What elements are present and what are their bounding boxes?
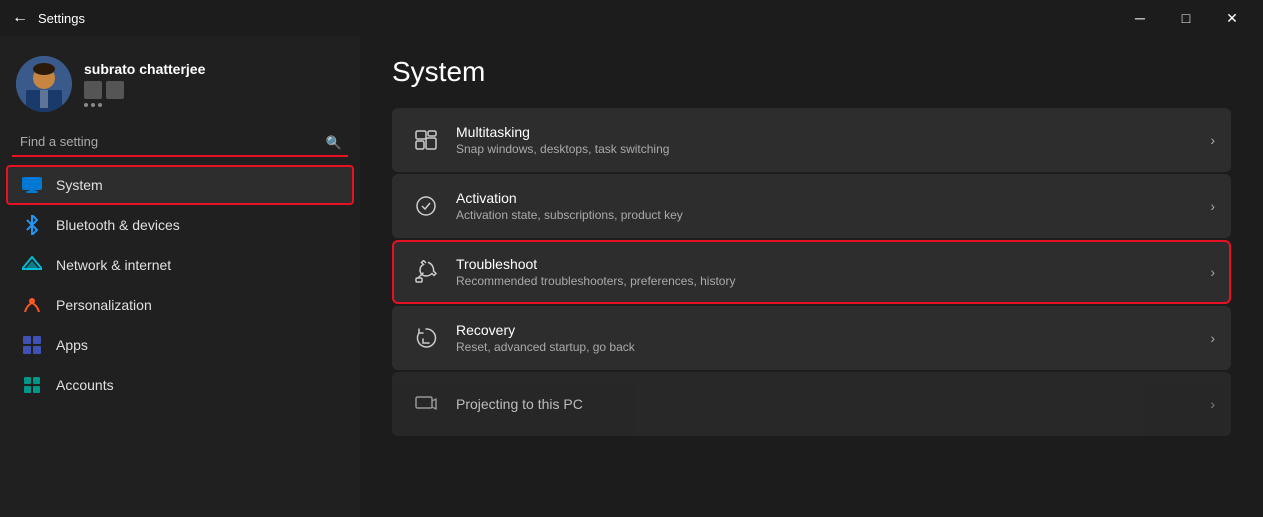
projecting-chevron: ›	[1210, 396, 1215, 412]
avatar	[16, 56, 72, 112]
projecting-icon	[408, 386, 444, 422]
projecting-text: Projecting to this PC	[456, 396, 1210, 412]
bluetooth-icon	[22, 215, 42, 235]
multitasking-chevron: ›	[1210, 132, 1215, 148]
troubleshoot-text: Troubleshoot Recommended troubleshooters…	[456, 256, 1210, 288]
search-box: 🔍	[12, 128, 348, 157]
badge-1	[84, 81, 102, 99]
sidebar: subrato chatterjee 🔍	[0, 36, 360, 517]
projecting-title: Projecting to this PC	[456, 396, 1210, 412]
sidebar-label-personalization: Personalization	[56, 297, 152, 313]
system-icon	[22, 175, 42, 195]
sidebar-label-network: Network & internet	[56, 257, 171, 273]
sidebar-label-accounts: Accounts	[56, 377, 114, 393]
multitasking-title: Multitasking	[456, 124, 1210, 140]
recovery-title: Recovery	[456, 322, 1210, 338]
window-controls: ─ □ ✕	[1117, 0, 1255, 36]
page-title: System	[392, 56, 1231, 88]
settings-list: Multitasking Snap windows, desktops, tas…	[392, 108, 1231, 436]
badge-2	[106, 81, 124, 99]
personalization-icon	[22, 295, 42, 315]
settings-item-recovery[interactable]: Recovery Reset, advanced startup, go bac…	[392, 306, 1231, 370]
user-profile[interactable]: subrato chatterjee	[0, 44, 360, 128]
accounts-icon	[22, 375, 42, 395]
recovery-icon	[408, 320, 444, 356]
recovery-desc: Reset, advanced startup, go back	[456, 340, 1210, 354]
maximize-button[interactable]: □	[1163, 0, 1209, 36]
search-icon: 🔍	[326, 135, 342, 151]
user-name: subrato chatterjee	[84, 61, 205, 77]
app-title: Settings	[38, 11, 85, 26]
close-button[interactable]: ✕	[1209, 0, 1255, 36]
activation-text: Activation Activation state, subscriptio…	[456, 190, 1210, 222]
sidebar-label-apps: Apps	[56, 337, 88, 353]
activation-chevron: ›	[1210, 198, 1215, 214]
back-button[interactable]: ←	[12, 9, 28, 27]
settings-item-multitasking[interactable]: Multitasking Snap windows, desktops, tas…	[392, 108, 1231, 172]
title-bar: ← Settings ─ □ ✕	[0, 0, 1263, 36]
activation-icon	[408, 188, 444, 224]
troubleshoot-title: Troubleshoot	[456, 256, 1210, 272]
network-icon	[22, 255, 42, 275]
activation-desc: Activation state, subscriptions, product…	[456, 208, 1210, 222]
user-dots	[84, 103, 205, 107]
nav-list: System Bluetooth & devices	[0, 165, 360, 517]
sidebar-item-bluetooth[interactable]: Bluetooth & devices	[6, 205, 354, 245]
activation-title: Activation	[456, 190, 1210, 206]
search-input[interactable]	[12, 128, 348, 157]
main-layout: subrato chatterjee 🔍	[0, 36, 1263, 517]
troubleshoot-chevron: ›	[1210, 264, 1215, 280]
user-info: subrato chatterjee	[84, 61, 205, 107]
settings-item-troubleshoot[interactable]: Troubleshoot Recommended troubleshooters…	[392, 240, 1231, 304]
user-badges	[84, 81, 205, 99]
troubleshoot-desc: Recommended troubleshooters, preferences…	[456, 274, 1210, 288]
recovery-text: Recovery Reset, advanced startup, go bac…	[456, 322, 1210, 354]
sidebar-item-apps[interactable]: Apps	[6, 325, 354, 365]
content-area: System Multitasking Snap windows, deskto…	[360, 36, 1263, 517]
sidebar-item-accounts[interactable]: Accounts	[6, 365, 354, 405]
recovery-chevron: ›	[1210, 330, 1215, 346]
minimize-button[interactable]: ─	[1117, 0, 1163, 36]
settings-item-projecting[interactable]: Projecting to this PC ›	[392, 372, 1231, 436]
title-bar-left: ← Settings	[12, 9, 85, 27]
multitasking-text: Multitasking Snap windows, desktops, tas…	[456, 124, 1210, 156]
troubleshoot-icon	[408, 254, 444, 290]
sidebar-label-system: System	[56, 177, 103, 193]
settings-item-activation[interactable]: Activation Activation state, subscriptio…	[392, 174, 1231, 238]
sidebar-item-personalization[interactable]: Personalization	[6, 285, 354, 325]
multitasking-icon	[408, 122, 444, 158]
multitasking-desc: Snap windows, desktops, task switching	[456, 142, 1210, 156]
sidebar-item-network[interactable]: Network & internet	[6, 245, 354, 285]
sidebar-label-bluetooth: Bluetooth & devices	[56, 217, 180, 233]
sidebar-item-system[interactable]: System	[6, 165, 354, 205]
apps-icon	[22, 335, 42, 355]
